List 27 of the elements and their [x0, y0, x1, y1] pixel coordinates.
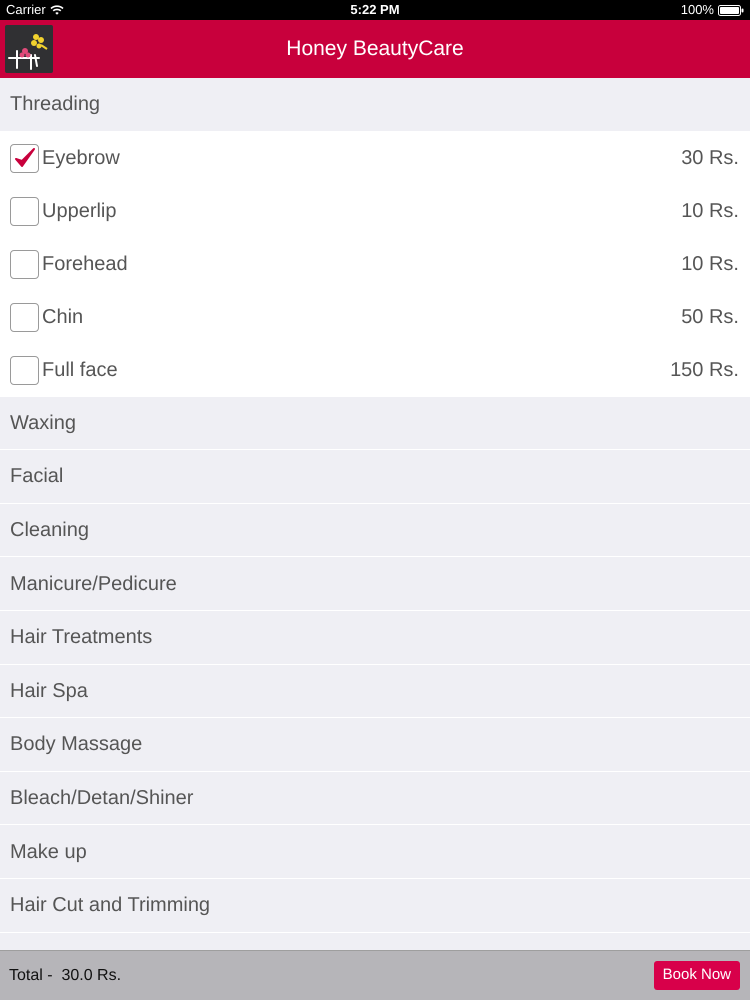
checkbox[interactable]	[10, 356, 39, 385]
service-name: Chin	[42, 305, 84, 330]
clock-label: 5:22 PM	[350, 1, 400, 20]
service-price: 150 Rs.	[670, 358, 739, 384]
service-name: Forehead	[42, 252, 128, 278]
check-icon	[14, 147, 36, 170]
checkbox[interactable]	[10, 250, 39, 279]
checkbox[interactable]	[10, 144, 39, 173]
checkbox[interactable]	[10, 196, 39, 226]
wifi-icon	[50, 5, 64, 15]
battery-icon	[718, 4, 744, 16]
service-name: Upperlip	[42, 199, 116, 224]
battery-percent: 100%	[680, 1, 714, 20]
service-price: 30 Rs.	[681, 146, 739, 172]
category-header[interactable]: Hair Spa	[0, 664, 750, 718]
checkbox[interactable]	[10, 302, 39, 332]
service-price: 10 Rs.	[681, 252, 739, 278]
book-now-button[interactable]: Book Now	[654, 961, 740, 990]
service-name: Eyebrow	[42, 146, 120, 172]
app-title: Honey BeautyCare	[286, 36, 464, 62]
total-label: Total - 30.0 Rs.	[9, 966, 122, 986]
category-header[interactable]: Waxing	[0, 396, 750, 450]
logo-icon	[5, 25, 53, 73]
service-price: 50 Rs.	[681, 305, 739, 330]
service-price: 10 Rs.	[681, 199, 739, 224]
service-name: Full face	[42, 358, 118, 384]
carrier-label: Carrier	[6, 1, 46, 20]
